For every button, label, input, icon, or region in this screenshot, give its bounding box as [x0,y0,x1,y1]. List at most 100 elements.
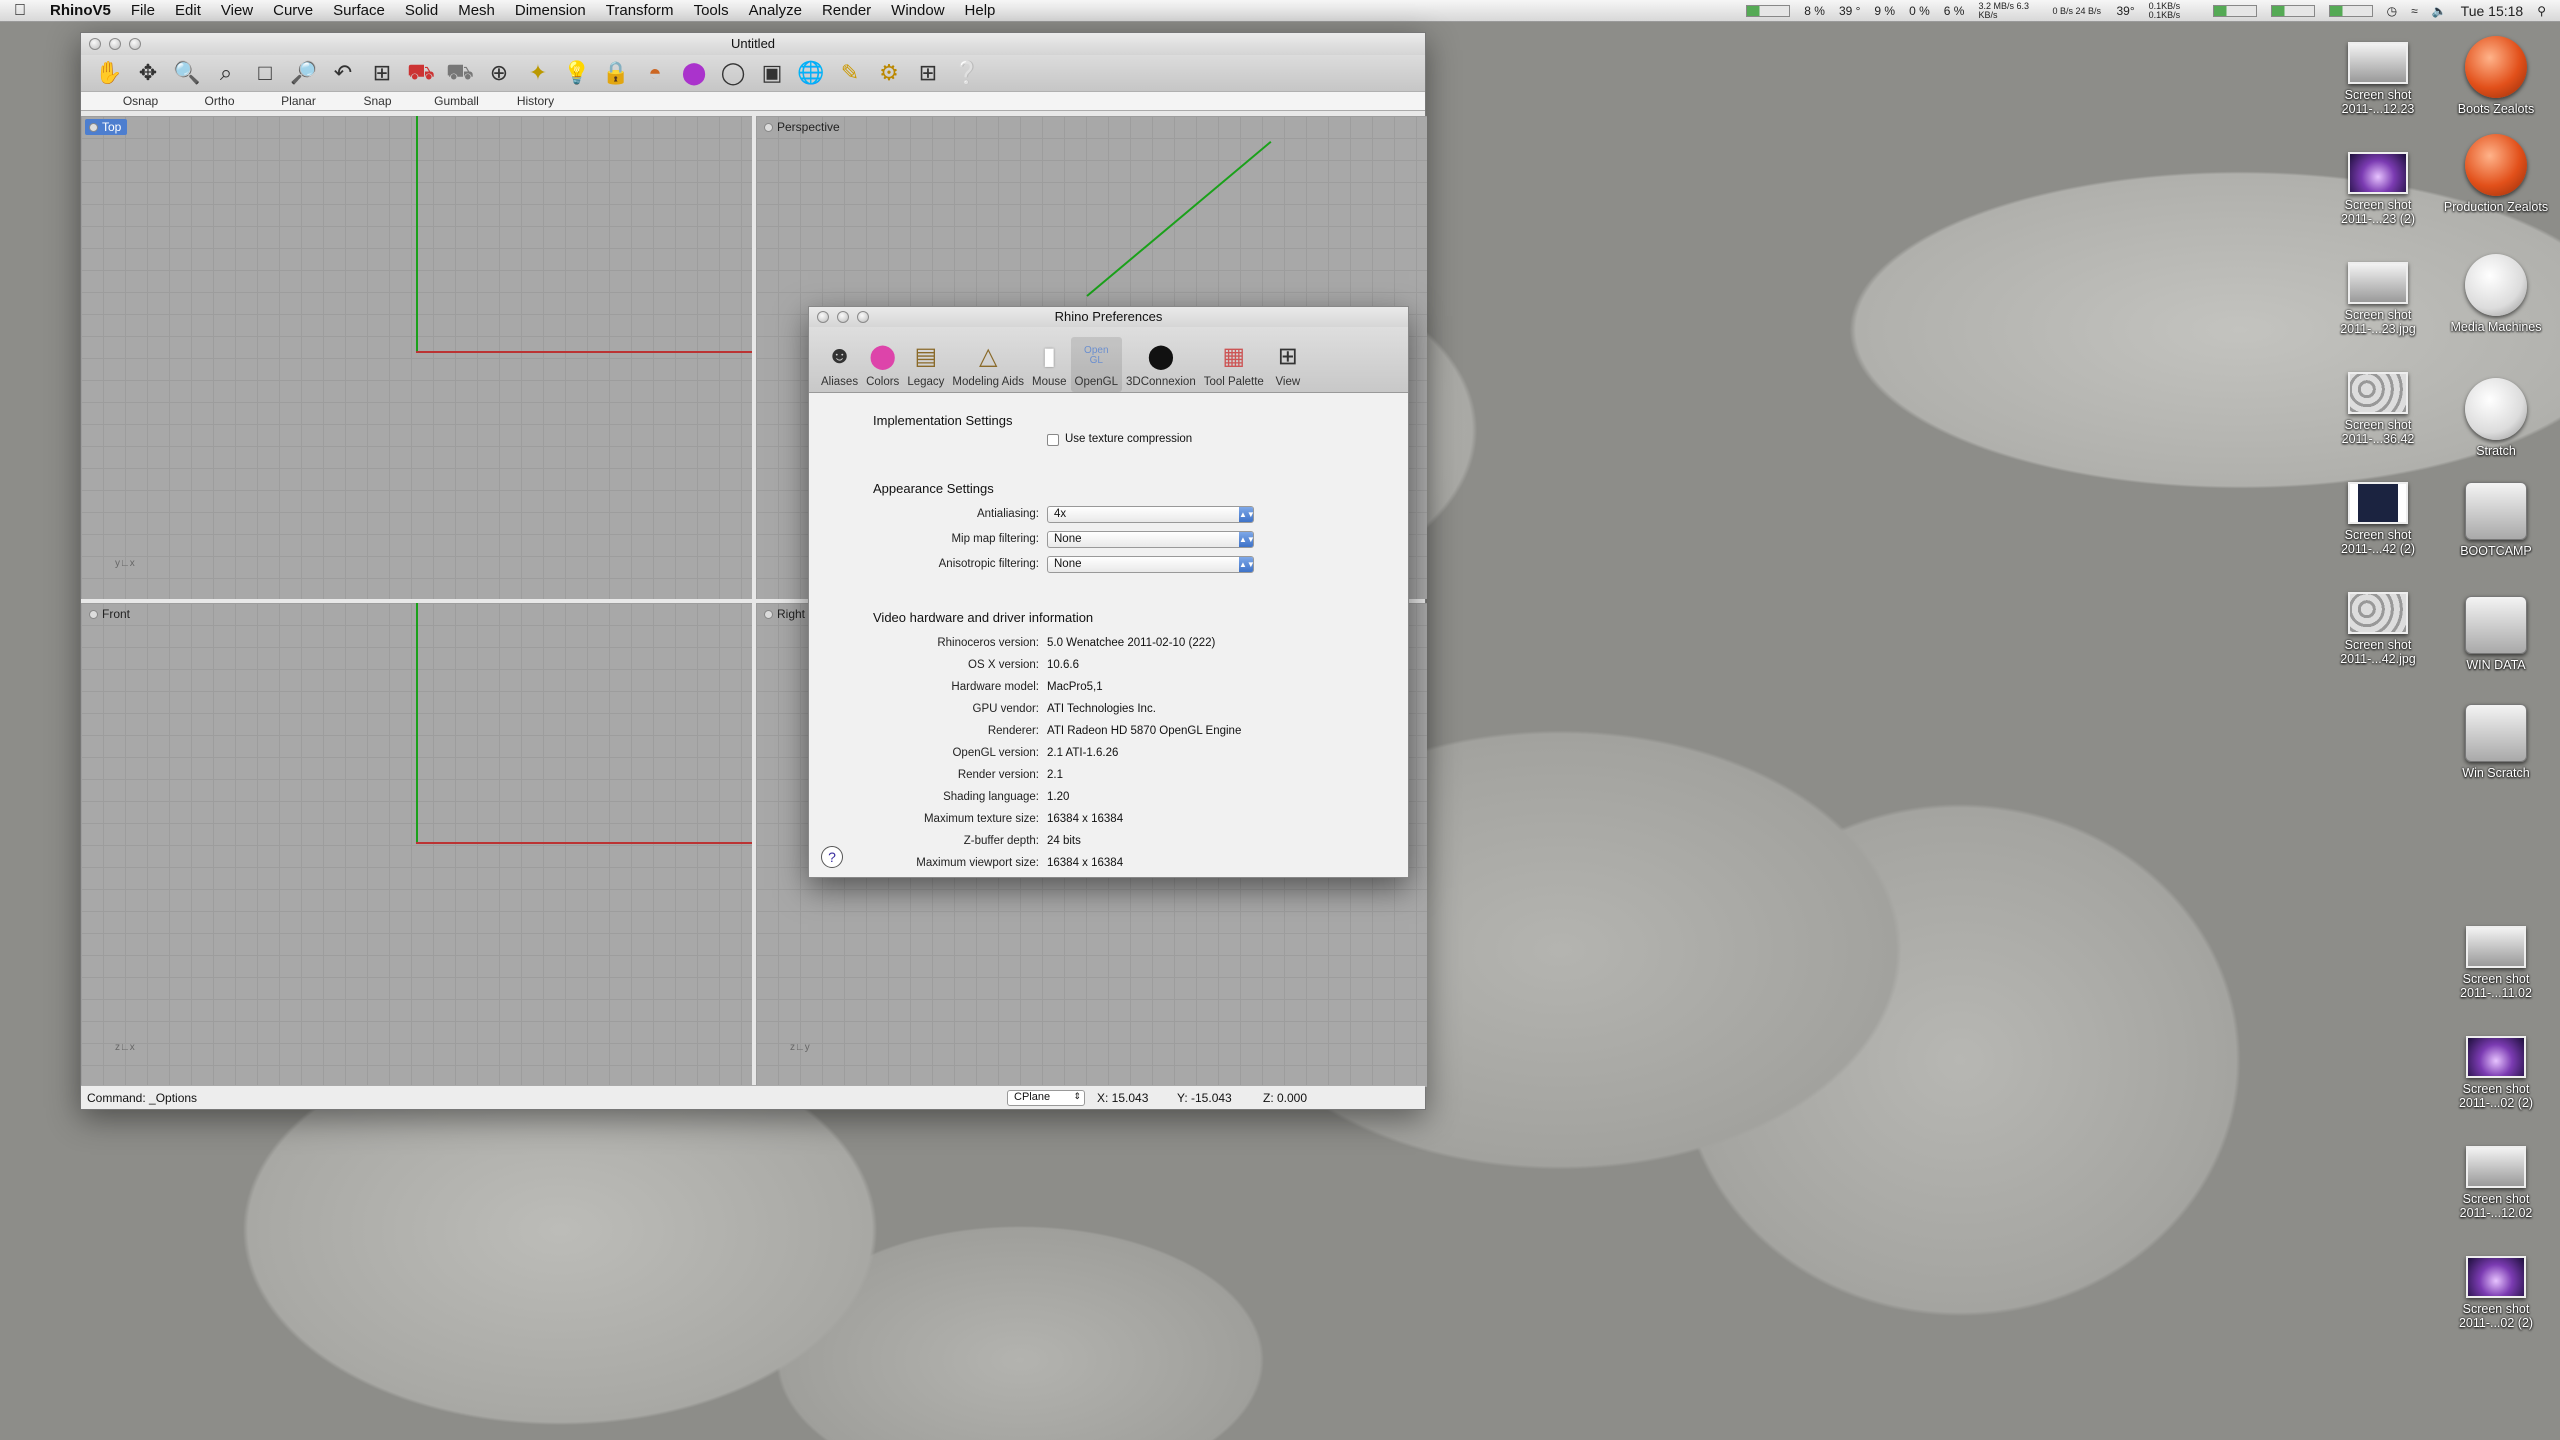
desktop-icon-screenshot[interactable]: Screen shot 2011-...11.02 [2438,926,2554,1000]
globe-icon[interactable]: 🌐 [795,58,827,88]
grid-options-icon[interactable]: ⊞ [912,58,944,88]
menu-surface[interactable]: Surface [323,2,395,19]
close-button[interactable] [89,38,101,50]
desktop-icon-screenshot[interactable]: Screen shot 2011-...23 (2) [2320,152,2436,226]
undo-view-icon[interactable]: ↶ [327,58,359,88]
menu-tools[interactable]: Tools [684,2,739,19]
settings-gear-icon[interactable]: ⚙ [873,58,905,88]
car-wire-icon[interactable]: ⛟ [444,58,476,88]
viewport-title-front[interactable]: Front [85,606,136,622]
desktop-icon-screenshot[interactable]: Screen shot 2011-...42 (2) [2320,482,2436,556]
paint-icon[interactable]: ✎ [834,58,866,88]
help-button[interactable]: ? [821,846,843,868]
desktop-icon-boots-zealots[interactable]: Boots Zealots [2438,36,2554,116]
desktop-icon-stratch[interactable]: Stratch [2438,378,2554,458]
sphere-icon[interactable]: ◯ [717,58,749,88]
menu-render[interactable]: Render [812,2,881,19]
clock-icon[interactable]: ◷ [2387,4,2397,18]
desktop-icon-screenshot[interactable]: Screen shot 2011-...12.23 [2320,42,2436,116]
zoom-selected-icon[interactable]: 🔎 [288,58,320,88]
osnap-toggle[interactable]: Osnap [101,94,180,108]
apple-menu-icon[interactable]:  [0,2,40,20]
viewport-top[interactable]: Top y∟x [81,116,752,599]
menu-window[interactable]: Window [881,2,954,19]
rhino-titlebar[interactable]: Untitled [81,33,1425,55]
texture-compression-checkbox[interactable] [1047,434,1059,446]
anisotropic-select[interactable]: None ▲▼ [1047,556,1255,573]
car-icon[interactable]: ⛟ [405,58,437,88]
cpu-meter[interactable] [1746,5,1791,17]
layer-icon[interactable]: ◓ [639,58,671,88]
wifi-icon[interactable]: ≈ [2411,4,2418,18]
tab-opengl[interactable]: Open GL OpenGL [1070,337,1123,392]
menu-analyze[interactable]: Analyze [739,2,812,19]
desktop-icon-win-data[interactable]: WIN DATA [2438,596,2554,672]
desktop-icon-screenshot[interactable]: Screen shot 2011-...12.02 [2438,1146,2554,1220]
zoom-extents-icon[interactable]: □ [249,58,281,88]
prefs-zoom-button[interactable] [857,311,869,323]
viewport-title-perspective[interactable]: Perspective [760,119,846,135]
cplane-select[interactable]: CPlane ⇕ [1007,1089,1085,1106]
four-viewports-icon[interactable]: ⊞ [366,58,398,88]
menu-dimension[interactable]: Dimension [505,2,596,19]
viewport-title-right[interactable]: Right [760,606,811,622]
desktop-icon-production-zealots[interactable]: Production Zealots [2438,134,2554,214]
viewport-front[interactable]: Front z∟x [81,603,752,1087]
prefs-close-button[interactable] [817,311,829,323]
planar-toggle[interactable]: Planar [259,94,338,108]
tab-aliases[interactable]: ☻ Aliases [817,337,862,392]
desktop-icon-screenshot[interactable]: Screen shot 2011-...36.42 [2320,372,2436,446]
desktop-icon-bootcamp[interactable]: BOOTCAMP [2438,482,2554,558]
activity-meter[interactable] [2328,5,2373,17]
desktop-icon-screenshot[interactable]: Screen shot 2011-...42.jpg [2320,592,2436,666]
menu-view[interactable]: View [211,2,263,19]
volume-icon[interactable]: 🔈 [2432,4,2447,18]
light-icon[interactable]: 💡 [561,58,593,88]
transform-icon[interactable]: ✦ [522,58,554,88]
tab-legacy[interactable]: ▤ Legacy [903,337,948,392]
tab-view[interactable]: ⊞ View [1268,337,1308,392]
tab-colors[interactable]: ⬤ Colors [862,337,903,392]
pan-icon[interactable]: ✋ [93,58,125,88]
prefs-minimize-button[interactable] [837,311,849,323]
render-settings-icon[interactable]: ▣ [756,58,788,88]
help-icon[interactable]: ❔ [951,58,983,88]
lock-icon[interactable]: 🔒 [600,58,632,88]
rotate-view-icon[interactable]: ✥ [132,58,164,88]
menu-help[interactable]: Help [955,2,1006,19]
color-wheel-icon[interactable]: ⬤ [678,58,710,88]
tab-3dconnexion[interactable]: ⬤ 3DConnexion [1122,337,1200,392]
prefs-titlebar[interactable]: Rhino Preferences [809,307,1408,327]
menu-edit[interactable]: Edit [165,2,211,19]
tab-modeling-aids[interactable]: △ Modeling Aids [948,337,1028,392]
tab-mouse[interactable]: ▮ Mouse [1028,337,1071,392]
mipmap-select[interactable]: None ▲▼ [1047,531,1255,548]
menu-transform[interactable]: Transform [596,2,684,19]
app-menu[interactable]: RhinoV5 [40,2,121,19]
gumball-toggle[interactable]: Gumball [417,94,496,108]
disk-meter[interactable] [2270,5,2315,17]
clock[interactable]: Tue 15:18 [2461,3,2524,19]
menu-file[interactable]: File [121,2,165,19]
menu-solid[interactable]: Solid [395,2,448,19]
command-prompt[interactable]: Command: _Options [87,1091,1007,1105]
desktop-icon-media-machines[interactable]: Media Machines [2438,254,2554,334]
viewport-title-top[interactable]: Top [85,119,128,135]
memory-meter[interactable] [2212,5,2257,17]
gumball-icon[interactable]: ⊕ [483,58,515,88]
minimize-button[interactable] [109,38,121,50]
desktop-icon-screenshot[interactable]: Screen shot 2011-...23.jpg [2320,262,2436,336]
antialiasing-select[interactable]: 4x ▲▼ [1047,506,1255,523]
desktop-icon-screenshot[interactable]: Screen shot 2011-...02 (2) [2438,1036,2554,1110]
zoom-window-icon[interactable]: ⌕ [210,58,242,88]
zoom-button[interactable] [129,38,141,50]
spotlight-icon[interactable]: ⚲ [2537,4,2546,18]
menu-curve[interactable]: Curve [263,2,323,19]
menu-mesh[interactable]: Mesh [448,2,505,19]
history-toggle[interactable]: History [496,94,575,108]
tab-tool-palette[interactable]: ▦ Tool Palette [1200,337,1268,392]
desktop-icon-screenshot[interactable]: Screen shot 2011-...02 (2) [2438,1256,2554,1330]
desktop-icon-win-scratch[interactable]: Win Scratch [2438,704,2554,780]
ortho-toggle[interactable]: Ortho [180,94,259,108]
snap-toggle[interactable]: Snap [338,94,417,108]
